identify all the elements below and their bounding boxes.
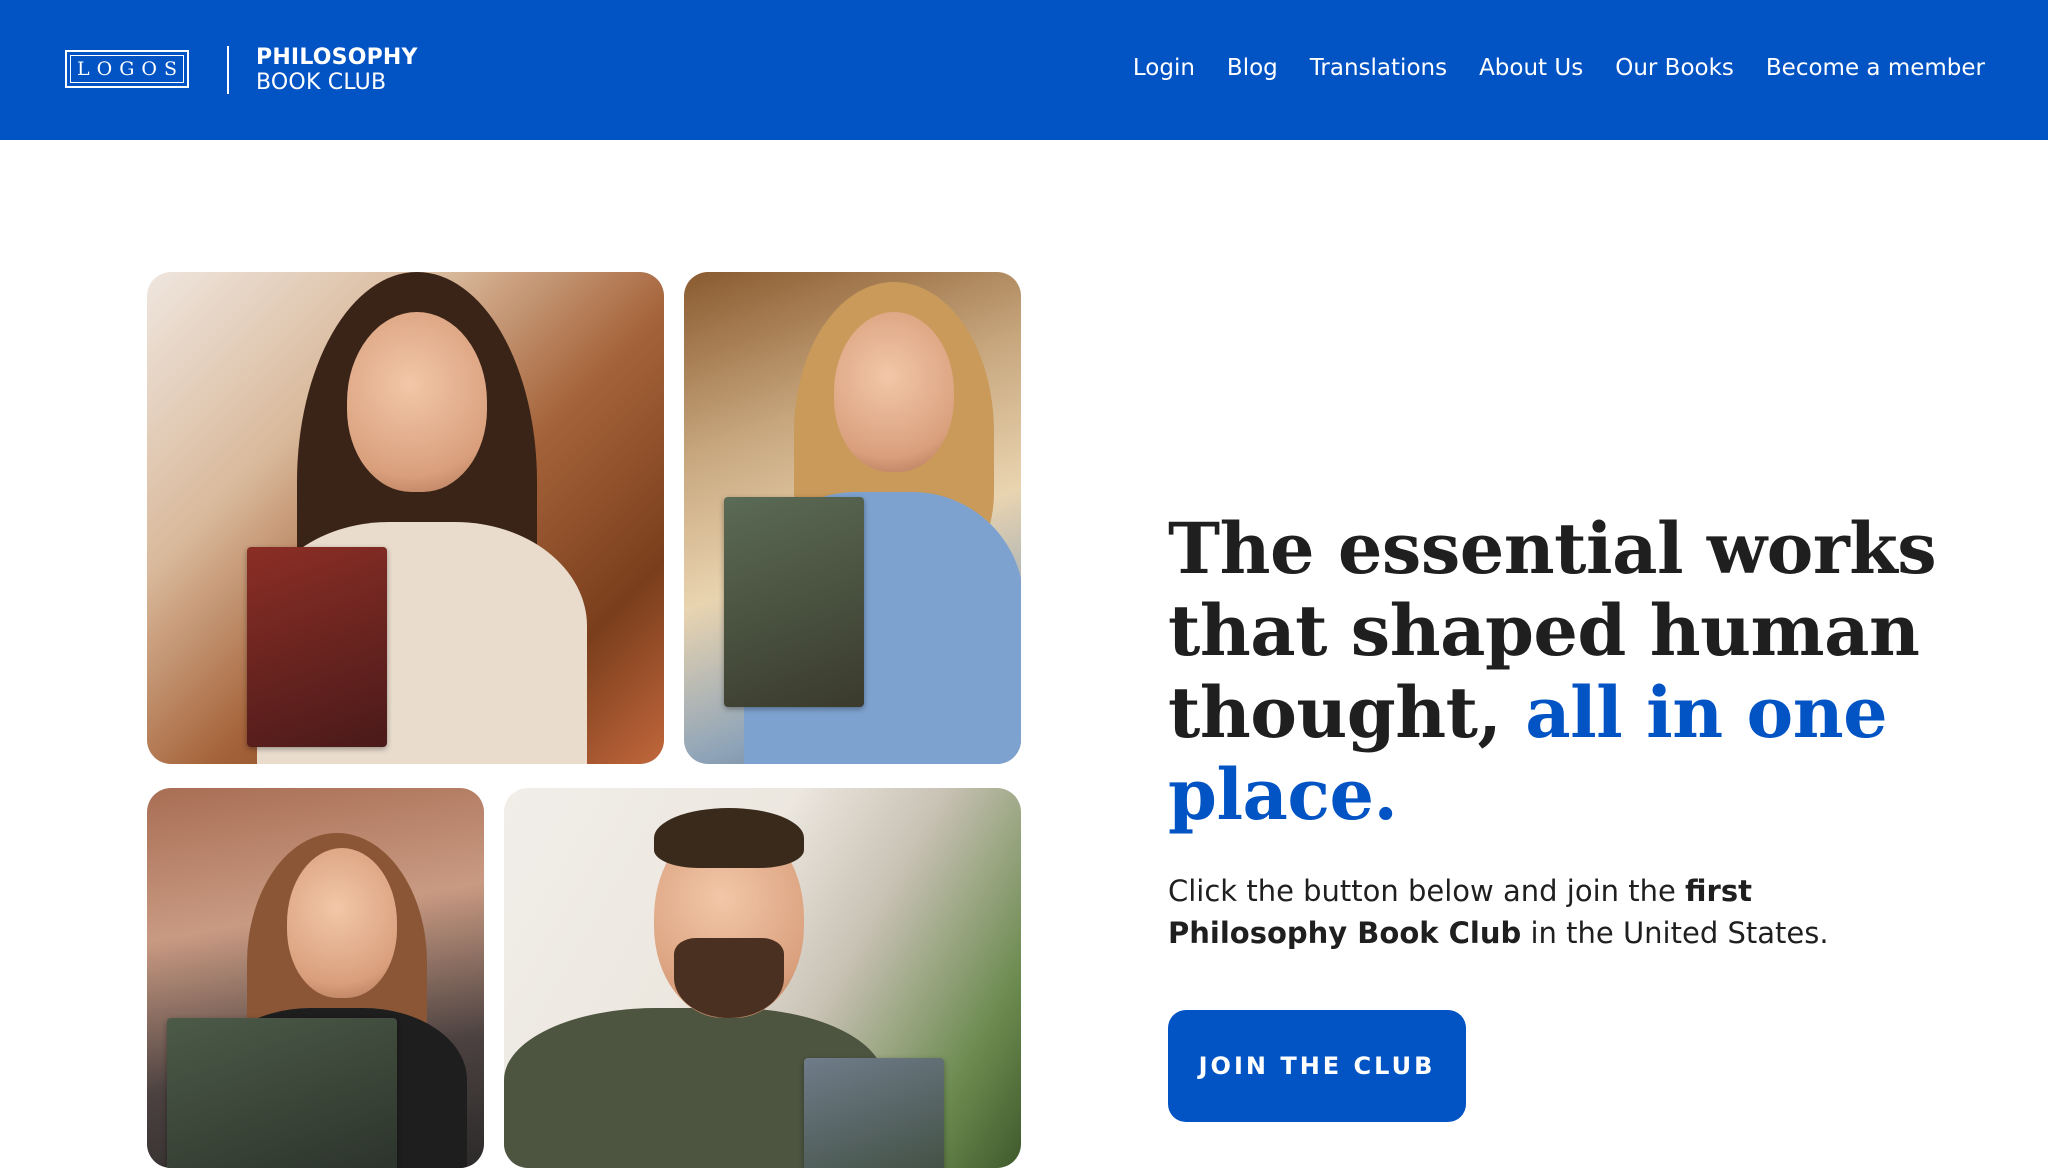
nav-translations-link[interactable]: Translations	[1310, 55, 1447, 81]
nav-become-member-link[interactable]: Become a member	[1766, 55, 1985, 81]
photo-blonde-woman	[684, 272, 1021, 764]
logo-divider	[227, 46, 229, 94]
book-consolation	[167, 1018, 397, 1168]
hero-subtitle-part2: in the United States.	[1521, 916, 1829, 950]
nav-blog-link[interactable]: Blog	[1227, 55, 1278, 81]
hero-subtitle-part1: Click the button below and join the	[1168, 874, 1686, 908]
face-shape	[834, 312, 954, 472]
photo-woman-reading	[147, 788, 484, 1168]
nav-our-books-link[interactable]: Our Books	[1615, 55, 1734, 81]
site-header: LOGOS PHILOSOPHY BOOK CLUB Login Blog Tr…	[0, 0, 2048, 140]
nav-login-link[interactable]: Login	[1133, 55, 1195, 81]
face-shape	[347, 312, 487, 492]
book-cover	[724, 497, 864, 707]
photo-bearded-man	[504, 788, 1021, 1168]
hero-subtitle: Click the button below and join the firs…	[1168, 870, 1868, 954]
join-club-button[interactable]: JOIN THE CLUB	[1168, 1010, 1466, 1122]
face-shape	[287, 848, 397, 998]
logo-text: LOGOS	[77, 58, 184, 80]
main-nav: Login Blog Translations About Us Our Boo…	[1133, 55, 1985, 81]
nav-about-us-link[interactable]: About Us	[1479, 55, 1583, 81]
brand-name-line1: PHILOSOPHY	[256, 45, 418, 70]
hero-title: The essential works that shaped human th…	[1168, 508, 1988, 836]
logo[interactable]: LOGOS	[65, 50, 189, 88]
photo-woman-symposium	[147, 272, 664, 764]
hair-shape	[654, 808, 804, 868]
book-symposium	[247, 547, 387, 747]
brand-name-line2: BOOK CLUB	[256, 70, 387, 95]
beard-shape	[674, 938, 784, 1018]
